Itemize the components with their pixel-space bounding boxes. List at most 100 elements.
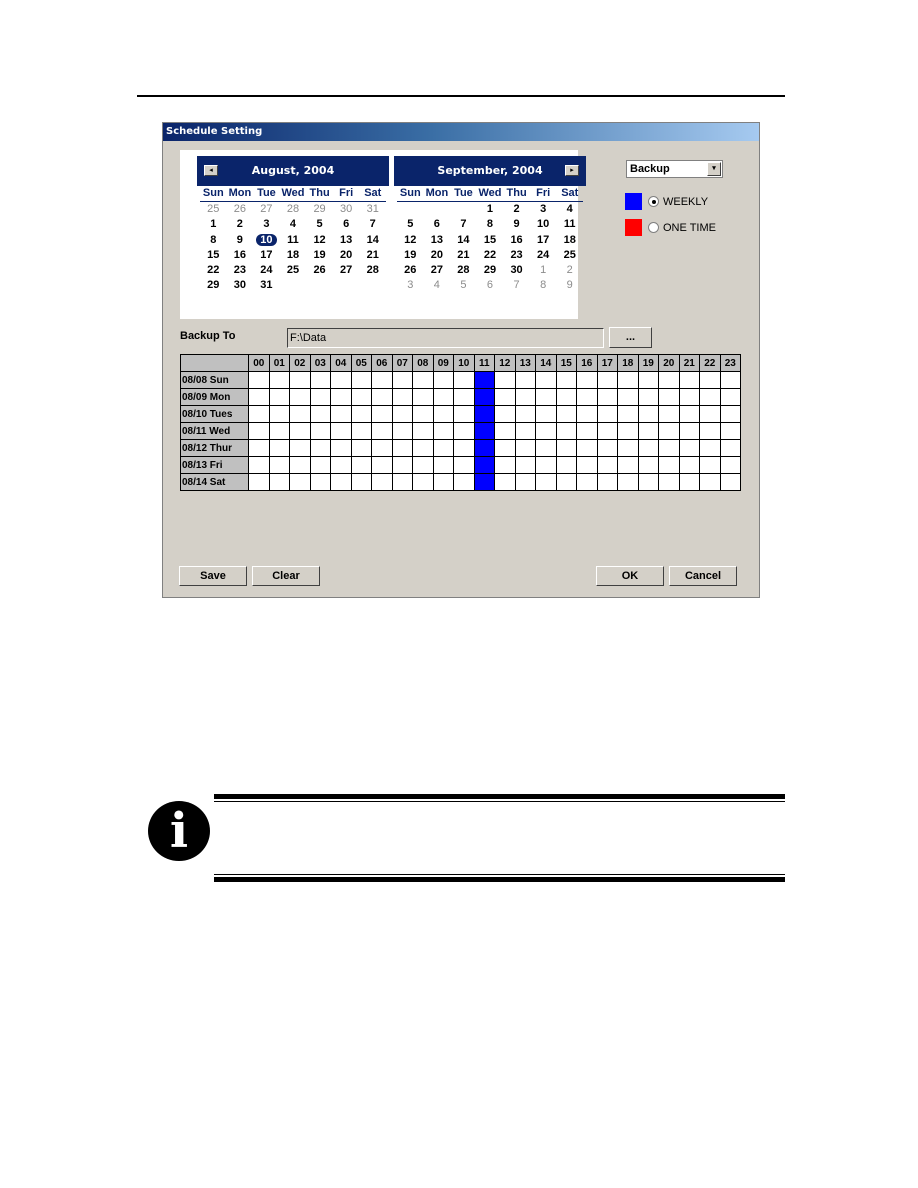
calendar-day[interactable]: 1 [477, 202, 504, 217]
calendar-day[interactable]: 11 [280, 233, 307, 248]
schedule-cell[interactable] [350, 439, 372, 457]
calendar-day[interactable]: 13 [424, 233, 451, 248]
schedule-cell[interactable] [617, 371, 639, 389]
schedule-cell[interactable] [412, 371, 434, 389]
schedule-cell[interactable] [330, 371, 352, 389]
schedule-cell[interactable] [719, 405, 741, 423]
calendar-day[interactable]: 16 [227, 248, 254, 263]
calendar-day[interactable]: 7 [450, 217, 477, 232]
schedule-cell[interactable] [473, 371, 495, 389]
schedule-cell[interactable] [576, 422, 598, 440]
schedule-cell[interactable] [453, 405, 475, 423]
schedule-cell[interactable] [289, 388, 311, 406]
calendar-day[interactable]: 16 [503, 233, 530, 248]
schedule-cell[interactable] [309, 439, 331, 457]
ok-button[interactable]: OK [596, 566, 664, 586]
schedule-cell[interactable] [309, 456, 331, 474]
schedule-cell[interactable] [596, 371, 618, 389]
schedule-cell[interactable] [637, 388, 659, 406]
schedule-cell[interactable] [289, 405, 311, 423]
schedule-cell[interactable] [494, 388, 516, 406]
calendar-day[interactable]: 31 [253, 278, 280, 293]
schedule-cell[interactable] [617, 456, 639, 474]
day-row-label[interactable]: 08/09 Mon [180, 388, 249, 406]
schedule-cell[interactable] [309, 388, 331, 406]
schedule-cell[interactable] [719, 422, 741, 440]
schedule-cell[interactable] [555, 439, 577, 457]
schedule-cell[interactable] [658, 422, 680, 440]
schedule-cell[interactable] [453, 439, 475, 457]
calendar-day[interactable]: 18 [280, 248, 307, 263]
hour-header[interactable]: 03 [309, 354, 331, 372]
schedule-cell[interactable] [330, 405, 352, 423]
schedule-cell[interactable] [494, 405, 516, 423]
schedule-cell[interactable] [658, 456, 680, 474]
hour-header[interactable]: 17 [596, 354, 618, 372]
schedule-cell[interactable] [555, 405, 577, 423]
schedule-cell[interactable] [432, 456, 454, 474]
schedule-cell[interactable] [453, 371, 475, 389]
calendar-day[interactable]: 2 [227, 217, 254, 232]
schedule-cell[interactable] [289, 456, 311, 474]
schedule-cell[interactable] [330, 456, 352, 474]
schedule-cell[interactable] [719, 473, 741, 491]
calendar-day[interactable]: 29 [200, 278, 227, 293]
schedule-cell[interactable] [514, 422, 536, 440]
schedule-cell[interactable] [248, 422, 270, 440]
calendar-day[interactable]: 26 [397, 263, 424, 278]
schedule-cell[interactable] [391, 473, 413, 491]
schedule-cell[interactable] [596, 405, 618, 423]
schedule-cell[interactable] [535, 439, 557, 457]
prev-month-button[interactable]: ◂ [204, 165, 218, 176]
calendar-day[interactable]: 18 [556, 233, 583, 248]
schedule-cell[interactable] [535, 388, 557, 406]
calendar-day[interactable]: 3 [530, 202, 557, 217]
one-time-option[interactable]: ONE TIME [625, 219, 716, 236]
schedule-cell[interactable] [617, 388, 639, 406]
cancel-button[interactable]: Cancel [669, 566, 737, 586]
schedule-cell[interactable] [576, 439, 598, 457]
calendar-day[interactable]: 3 [397, 278, 424, 293]
schedule-cell[interactable] [453, 456, 475, 474]
hour-header[interactable]: 23 [719, 354, 741, 372]
schedule-cell[interactable] [289, 473, 311, 491]
schedule-cell[interactable] [432, 422, 454, 440]
schedule-cell[interactable] [637, 473, 659, 491]
schedule-cell[interactable] [678, 422, 700, 440]
schedule-cell[interactable] [699, 439, 721, 457]
schedule-cell[interactable] [412, 439, 434, 457]
weekly-option[interactable]: WEEKLY [625, 193, 708, 210]
calendar-day[interactable]: 14 [359, 233, 386, 248]
calendar-day[interactable]: 30 [503, 263, 530, 278]
schedule-cell[interactable] [371, 388, 393, 406]
schedule-cell[interactable] [494, 439, 516, 457]
one-time-radio[interactable] [648, 222, 659, 233]
calendar-day[interactable]: 3 [253, 217, 280, 232]
hour-header[interactable]: 15 [555, 354, 577, 372]
schedule-cell[interactable] [617, 439, 639, 457]
calendar-day[interactable]: 8 [477, 217, 504, 232]
calendar-day[interactable]: 25 [200, 202, 227, 217]
schedule-cell[interactable] [473, 388, 495, 406]
schedule-cell[interactable] [248, 456, 270, 474]
schedule-cell[interactable] [678, 473, 700, 491]
schedule-cell[interactable] [494, 456, 516, 474]
schedule-cell[interactable] [699, 405, 721, 423]
calendar-day[interactable]: 13 [333, 233, 360, 248]
schedule-cell[interactable] [473, 456, 495, 474]
schedule-cell[interactable] [678, 388, 700, 406]
calendar-day[interactable]: 28 [280, 202, 307, 217]
schedule-cell[interactable] [453, 388, 475, 406]
calendar-day[interactable]: 9 [227, 233, 254, 248]
schedule-cell[interactable] [289, 422, 311, 440]
schedule-cell[interactable] [309, 371, 331, 389]
day-row-label[interactable]: 08/11 Wed [180, 422, 249, 440]
schedule-cell[interactable] [596, 422, 618, 440]
schedule-cell[interactable] [391, 388, 413, 406]
calendar-day[interactable]: 12 [397, 233, 424, 248]
schedule-cell[interactable] [596, 439, 618, 457]
calendar-day[interactable]: 25 [280, 263, 307, 278]
calendar-day[interactable]: 20 [424, 248, 451, 263]
hour-header[interactable]: 00 [248, 354, 270, 372]
schedule-cell[interactable] [268, 388, 290, 406]
